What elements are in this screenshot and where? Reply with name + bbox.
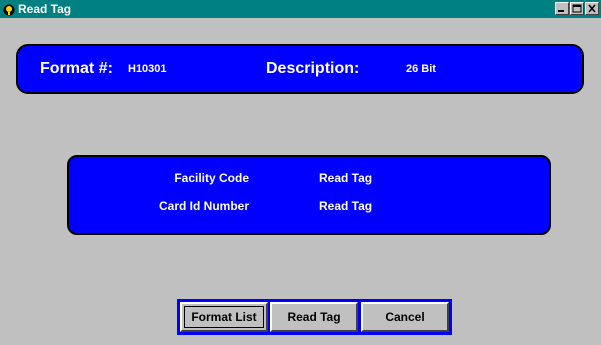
facility-code-value: Read Tag (319, 171, 373, 185)
window-title: Read Tag (18, 2, 72, 16)
button-bar: Format List Read Tag Cancel (177, 299, 452, 335)
close-icon[interactable] (585, 2, 599, 15)
cancel-button[interactable]: Cancel (361, 302, 449, 332)
format-header-panel: Format #: H10301 Description: 26 Bit (16, 44, 584, 94)
card-id-label: Card Id Number (158, 199, 249, 213)
format-value: H10301 (128, 63, 167, 75)
description-value: 26 Bit (406, 63, 436, 75)
window-controls (554, 2, 599, 15)
app-icon (3, 3, 15, 16)
title-bar[interactable]: Read Tag (0, 0, 601, 18)
facility-code-label: Facility Code (174, 171, 249, 185)
format-label: Format #: (40, 60, 113, 77)
minimize-icon[interactable] (555, 2, 569, 15)
maximize-icon[interactable] (570, 2, 584, 15)
read-tag-window: Read Tag Format #: H10301 Description: 2… (0, 0, 601, 345)
card-id-value: Read Tag (319, 199, 373, 213)
read-tag-button[interactable]: Read Tag (270, 302, 358, 332)
description-label: Description: (266, 60, 360, 77)
tag-info-panel: Facility Code Read Tag Card Id Number Re… (67, 155, 551, 235)
format-list-button[interactable]: Format List (180, 302, 268, 332)
